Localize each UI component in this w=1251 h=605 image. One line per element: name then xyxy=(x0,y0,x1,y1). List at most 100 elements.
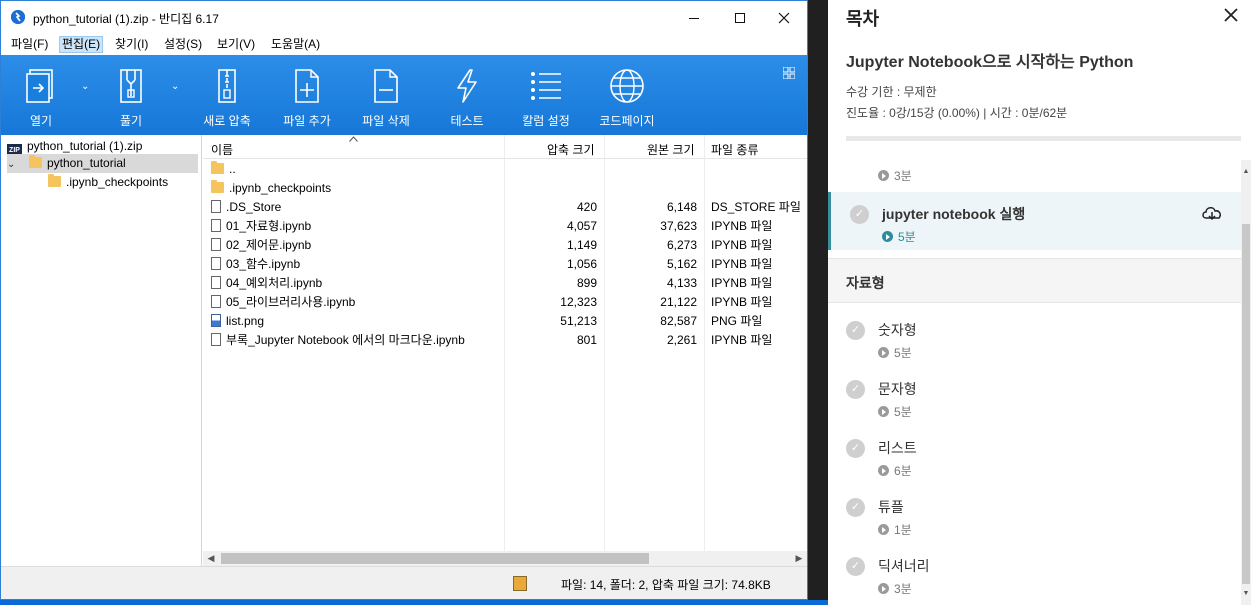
table-row[interactable]: .ipynb_checkpoints xyxy=(203,179,807,198)
lesson-title: 리스트 xyxy=(878,440,917,456)
file-type: IPYNB 파일 xyxy=(711,276,773,290)
file-name-text: .. xyxy=(229,162,236,176)
table-row[interactable]: .. xyxy=(203,160,807,179)
play-icon xyxy=(878,524,889,535)
tree-root-label: python_tutorial (1).zip xyxy=(27,139,143,153)
file-compressed-size: 4,057 xyxy=(566,219,597,233)
file-name-text: list.png xyxy=(226,314,265,328)
open-dropdown-icon[interactable]: ⌄ xyxy=(81,81,89,92)
menu-file[interactable]: 파일(F) xyxy=(9,36,50,53)
table-row[interactable]: 03_함수.ipynb 1,056 5,162 IPYNB 파일 xyxy=(203,255,807,274)
menu-help[interactable]: 도움말(A) xyxy=(269,36,322,53)
menu-bar: 파일(F) 편집(E) 찾기(I) 설정(S) 보기(V) 도움말(A) xyxy=(1,33,807,55)
duration-text: 1분 xyxy=(894,523,912,537)
title-bar[interactable]: python_tutorial (1).zip - 반디집 6.17 xyxy=(1,1,807,33)
play-icon xyxy=(878,406,889,417)
course-title: Jupyter Notebook으로 시작하는 Python xyxy=(846,54,1134,71)
check-icon: ✓ xyxy=(846,439,865,458)
column-header-type[interactable]: 파일 종류 xyxy=(711,141,759,158)
horizontal-scrollbar[interactable]: ◀ ▶ xyxy=(203,551,807,566)
window-title: python_tutorial (1).zip - 반디집 6.17 xyxy=(33,12,219,26)
scrollbar-thumb[interactable] xyxy=(221,553,649,564)
status-bar: 파일: 14, 폴더: 2, 압축 파일 크기: 74.8KB xyxy=(1,566,807,599)
play-icon xyxy=(882,231,893,242)
duration-text: 3분 xyxy=(894,582,912,596)
sort-ascending-icon xyxy=(349,136,358,142)
file-type: DS_STORE 파일 xyxy=(711,200,801,214)
table-row[interactable]: 01_자료형.ipynb 4,057 37,623 IPYNB 파일 xyxy=(203,217,807,236)
test-label: 테스트 xyxy=(450,114,484,128)
add-file-button[interactable]: 파일 추가 xyxy=(277,55,337,135)
file-name: .. xyxy=(211,160,236,179)
extract-button[interactable]: 풀기 xyxy=(103,55,159,135)
scroll-up-icon[interactable]: ▲ xyxy=(1241,168,1251,175)
column-settings-label: 칼럼 설정 xyxy=(522,114,570,128)
column-header-original[interactable]: 원본 크기 xyxy=(647,141,695,158)
extract-dropdown-icon[interactable]: ⌄ xyxy=(171,81,179,92)
maximize-button[interactable] xyxy=(717,1,763,33)
toc-scrollbar[interactable]: ▲ ▼ xyxy=(1241,160,1251,605)
add-file-icon xyxy=(295,69,319,103)
chevron-down-icon[interactable]: ⌄ xyxy=(7,155,19,174)
column-header-name[interactable]: 이름 xyxy=(211,141,233,158)
table-row[interactable]: 02_제어문.ipynb 1,149 6,273 IPYNB 파일 xyxy=(203,236,807,255)
test-icon xyxy=(457,69,477,103)
lesson-title: 문자형 xyxy=(878,381,917,397)
menu-view[interactable]: 보기(V) xyxy=(215,36,257,53)
delete-file-button[interactable]: 파일 삭제 xyxy=(356,55,416,135)
tree-folder-checkpoints[interactable]: .ipynb_checkpoints xyxy=(48,173,168,192)
section-header[interactable]: 자료형 xyxy=(828,258,1241,303)
file-name: 02_제어문.ipynb xyxy=(211,236,311,255)
lesson-item-current[interactable]: ✓ jupyter notebook 실행 5분 xyxy=(828,192,1241,250)
table-row[interactable]: 04_예외처리.ipynb 899 4,133 IPYNB 파일 xyxy=(203,274,807,293)
file-name: 03_함수.ipynb xyxy=(211,255,300,274)
lesson-title: 숫자형 xyxy=(878,322,917,338)
table-row[interactable]: 05_라이브러리사용.ipynb 12,323 21,122 IPYNB 파일 xyxy=(203,293,807,312)
column-settings-icon xyxy=(531,72,561,100)
file-original-size: 82,587 xyxy=(660,314,697,328)
close-icon xyxy=(778,12,790,24)
menu-settings[interactable]: 설정(S) xyxy=(162,36,204,53)
toc-close-button[interactable] xyxy=(1218,2,1244,28)
lesson-item[interactable]: ✓ 리스트 6분 xyxy=(828,426,1241,484)
file-icon xyxy=(211,238,221,251)
file-name-text: .ipynb_checkpoints xyxy=(229,181,332,195)
file-name-text: 05_라이브러리사용.ipynb xyxy=(226,295,356,309)
menu-edit[interactable]: 편집(E) xyxy=(59,36,104,53)
scroll-left-icon[interactable]: ◀ xyxy=(203,551,219,566)
tree-folder-python-tutorial[interactable]: ⌄ python_tutorial xyxy=(7,154,198,173)
file-original-size: 5,162 xyxy=(666,257,697,271)
column-settings-button[interactable]: 칼럼 설정 xyxy=(516,55,576,135)
layout-toggle-icon[interactable] xyxy=(783,67,795,79)
open-button[interactable]: 열기 xyxy=(13,55,69,135)
lesson-duration: 1분 xyxy=(878,521,912,538)
table-row[interactable]: list.png 51,213 82,587 PNG 파일 xyxy=(203,312,807,331)
extract-label: 풀기 xyxy=(119,114,143,128)
lesson-item[interactable]: ✓ 딕셔너리 3분 xyxy=(828,544,1241,602)
menu-find[interactable]: 찾기(I) xyxy=(113,36,150,53)
lesson-item[interactable]: ✓ 문자형 5분 xyxy=(828,367,1241,425)
lesson-item[interactable]: ✓ 튜플 1분 xyxy=(828,485,1241,543)
minimize-button[interactable] xyxy=(671,1,717,33)
lesson-item[interactable]: ✓ 숫자형 5분 xyxy=(828,308,1241,366)
taskbar-edge xyxy=(0,600,828,605)
new-archive-button[interactable]: 새로 압축 xyxy=(197,55,257,135)
test-button[interactable]: 테스트 xyxy=(437,55,497,135)
file-icon xyxy=(211,257,221,270)
tree-folder-label: python_tutorial xyxy=(47,156,126,170)
scroll-right-icon[interactable]: ▶ xyxy=(791,551,807,566)
lesson-title: 튜플 xyxy=(878,499,904,515)
cloud-download-icon[interactable] xyxy=(1201,203,1223,225)
file-type: IPYNB 파일 xyxy=(711,295,773,309)
codepage-button[interactable]: 코드페이지 xyxy=(595,55,659,135)
file-compressed-size: 1,149 xyxy=(566,238,597,252)
close-button[interactable] xyxy=(761,1,807,33)
scroll-down-icon[interactable]: ▼ xyxy=(1241,590,1251,597)
duration-text: 5분 xyxy=(894,405,912,419)
check-icon: ✓ xyxy=(846,321,865,340)
toc-scrollbar-thumb[interactable] xyxy=(1242,224,1250,584)
table-row[interactable]: 부록_Jupyter Notebook 에서의 마크다운.ipynb 801 2,2… xyxy=(203,331,807,350)
table-row[interactable]: .DS_Store 420 6,148 DS_STORE 파일 xyxy=(203,198,807,217)
column-header-compressed[interactable]: 압축 크기 xyxy=(547,141,595,158)
lesson-duration: 5분 xyxy=(878,344,912,361)
